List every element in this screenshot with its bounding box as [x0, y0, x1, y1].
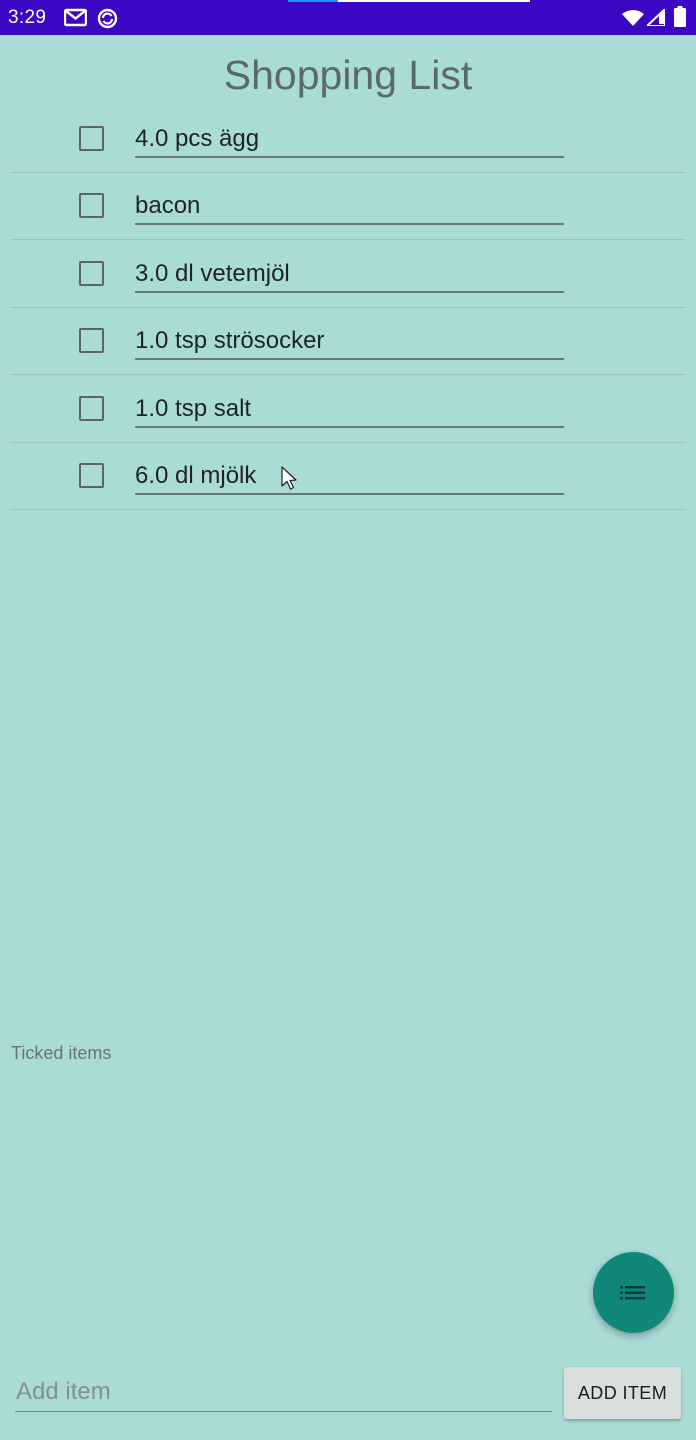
battery-icon [674, 6, 686, 32]
item-checkbox[interactable] [79, 463, 104, 488]
list-item: 4.0 pcs ägg [10, 105, 686, 173]
item-text-field[interactable]: 6.0 dl mjölk [135, 459, 564, 495]
item-text-field[interactable]: 1.0 tsp strösocker [135, 324, 564, 360]
signal-icon [644, 6, 666, 31]
list-fab-button[interactable] [593, 1252, 674, 1333]
add-item-button[interactable]: ADD ITEM [564, 1367, 681, 1419]
page-title: Shopping List [223, 52, 473, 98]
list-item: 3.0 dl vetemjöl [10, 240, 686, 308]
item-text-field[interactable]: bacon [135, 189, 564, 225]
gmail-icon [63, 8, 88, 32]
top-progress-bar [288, 0, 530, 2]
item-checkbox[interactable] [79, 261, 104, 286]
item-text-field[interactable]: 3.0 dl vetemjöl [135, 257, 564, 293]
list-item: 1.0 tsp salt [10, 375, 686, 443]
status-bar: 3:29 [0, 0, 696, 35]
list-icon [620, 1286, 645, 1300]
item-checkbox[interactable] [79, 396, 104, 421]
ticked-items-label: Ticked items [11, 1043, 112, 1063]
status-time: 3:29 [8, 7, 47, 28]
item-checkbox[interactable] [79, 126, 104, 151]
item-text-field[interactable]: 4.0 pcs ägg [135, 122, 564, 158]
top-progress-fill [288, 0, 338, 2]
list-item: bacon [10, 172, 686, 240]
wifi-icon [622, 9, 644, 31]
item-checkbox[interactable] [79, 193, 104, 218]
mouse-pointer-icon [281, 466, 297, 496]
add-item-input[interactable] [15, 1372, 552, 1412]
item-text-field[interactable]: 1.0 tsp salt [135, 392, 564, 428]
list-item: 1.0 tsp strösocker [10, 307, 686, 375]
sync-icon [97, 8, 118, 34]
item-checkbox[interactable] [79, 328, 104, 353]
list-item: 6.0 dl mjölk [10, 442, 686, 510]
